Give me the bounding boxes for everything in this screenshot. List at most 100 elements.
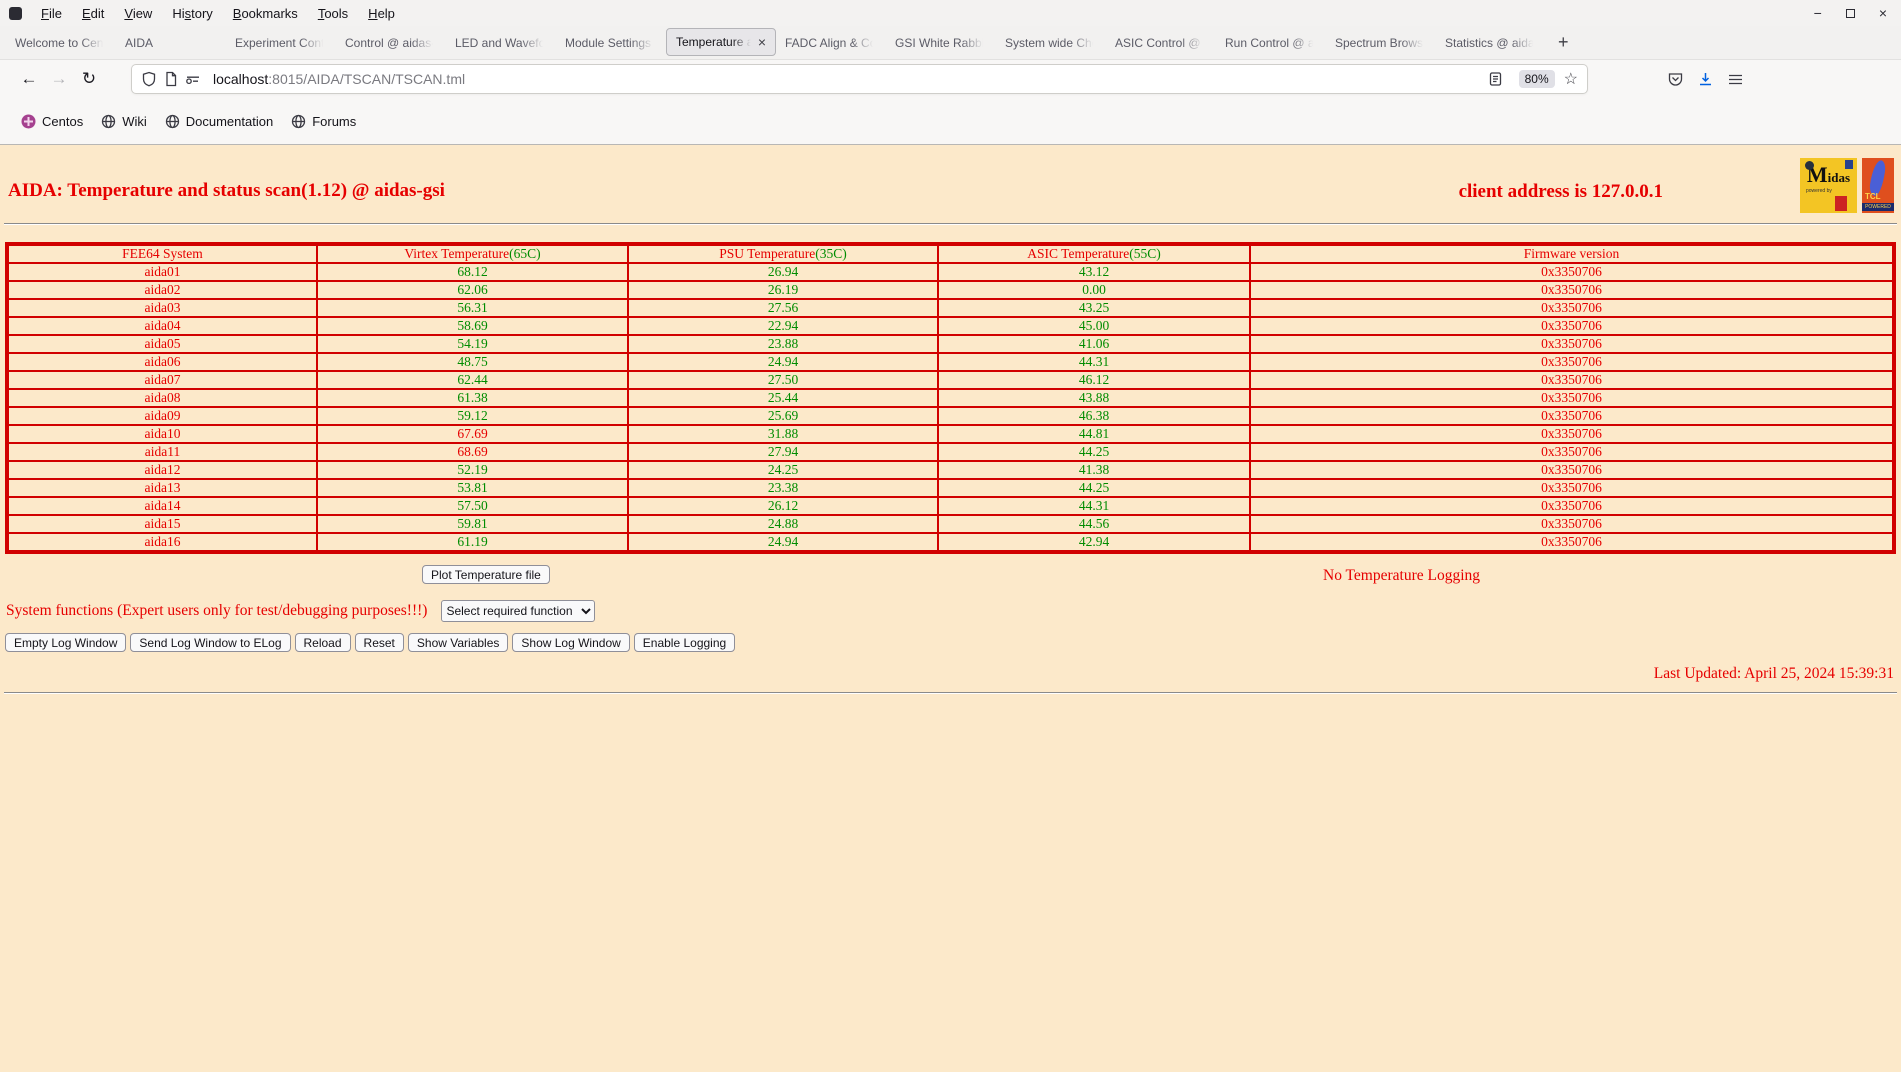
menu-item[interactable]: Help [358,6,405,21]
log-action-button[interactable]: Show Log Window [512,633,630,652]
browser-tab[interactable]: AIDA × [116,26,226,59]
psu-temp-cell: 27.56 [627,298,939,318]
plot-temperature-button[interactable]: Plot Temperature file [422,565,550,584]
psu-temp-cell: 25.69 [627,406,939,426]
browser-tab[interactable]: System wide Che × [996,26,1106,59]
logos: Midas powered by TCL POWERED [1800,158,1894,213]
centos-icon [21,114,36,128]
browser-tab[interactable]: Spectrum Brows × [1326,26,1436,59]
browser-tab[interactable]: Module Settings × [556,26,666,59]
table-row: aida13 53.81 23.38 44.25 0x3350706 [6,478,1895,498]
browser-tab[interactable]: Run Control @ ai × [1216,26,1326,59]
midas-powered-by: powered by [1806,188,1832,194]
fee64-name-cell: aida04 [6,316,318,336]
table-row: aida15 59.81 24.88 44.56 0x3350706 [6,514,1895,534]
close-window-icon[interactable]: × [1879,6,1887,20]
firmware-cell: 0x3350706 [1249,406,1895,426]
url-text[interactable]: localhost:8015/AIDA/TSCAN/TSCAN.tml [213,71,465,87]
log-action-button[interactable]: Send Log Window to ELog [130,633,291,652]
bookmark-item[interactable]: Forums [282,114,365,129]
psu-temp-cell: 25.44 [627,388,939,408]
bookmark-item[interactable]: Wiki [92,114,156,129]
psu-temp-cell: 24.25 [627,460,939,480]
new-tab-button[interactable]: + [1546,26,1581,59]
virtex-temp-cell: 67.69 [316,424,629,444]
hamburger-menu-icon[interactable] [1727,72,1744,87]
menu-item[interactable]: View [114,6,162,21]
menu-bar: File Edit View History Bookmarks Tools Help − … [0,0,1901,26]
table-row: aida14 57.50 26.12 44.31 0x3350706 [6,496,1895,516]
fee64-name-cell: aida07 [6,370,318,390]
menu-item[interactable]: Tools [308,6,358,21]
system-function-select[interactable]: Select required function [441,600,596,622]
browser-tab[interactable]: Temperature a × [666,28,776,56]
firmware-cell: 0x3350706 [1249,478,1895,498]
tab-label: Run Control @ ai [1225,35,1317,50]
firmware-cell: 0x3350706 [1249,424,1895,444]
asic-temp-cell: 41.38 [937,460,1251,480]
log-action-button[interactable]: Show Variables [407,633,509,652]
virtex-temp-cell: 48.75 [316,352,629,372]
page-icon[interactable] [164,71,178,87]
firmware-cell: 0x3350706 [1249,388,1895,408]
browser-tab[interactable]: ASIC Control @ a × [1106,26,1216,59]
table-row: aida10 67.69 31.88 44.81 0x3350706 [6,424,1895,444]
midas-shield-icon [1845,160,1853,169]
tcl-powered-label: POWERED [1862,203,1894,211]
table-row: aida01 68.12 26.94 43.12 0x3350706 [6,262,1895,282]
asic-temp-cell: 44.25 [937,478,1251,498]
back-icon[interactable]: ← [14,69,44,89]
table-row: aida11 68.69 27.94 44.25 0x3350706 [6,442,1895,462]
tab-bar: Welcome to Cent × AIDA × Experiment Cont… [0,26,1901,59]
log-action-button[interactable]: Reset [354,633,404,652]
log-action-button[interactable]: Enable Logging [633,633,736,652]
connection-icon[interactable] [185,71,203,87]
browser-tab[interactable]: GSI White Rabbit × [886,26,996,59]
virtex-temp-cell: 52.19 [316,460,629,480]
download-icon[interactable] [1697,71,1714,88]
browser-tab[interactable]: Welcome to Cent × [6,26,116,59]
menu-item[interactable]: History [162,6,222,21]
minimize-icon[interactable]: − [1814,6,1822,20]
log-action-button[interactable]: Empty Log Window [5,633,127,652]
browser-tab[interactable]: LED and Wavefor × [446,26,556,59]
pocket-icon[interactable] [1667,71,1684,88]
maximize-icon[interactable] [1845,8,1855,18]
fee64-name-cell: aida02 [6,280,318,300]
asic-temp-cell: 44.56 [937,514,1251,534]
virtex-temp-cell: 68.12 [316,262,629,282]
browser-tab[interactable]: Statistics @ aida × [1436,26,1546,59]
tcl-logo[interactable]: TCL POWERED [1862,158,1894,213]
bookmark-star-icon[interactable]: ☆ [1564,69,1578,89]
log-action-button[interactable]: Reload [294,633,351,652]
browser-tab[interactable]: FADC Align & Co × [776,26,886,59]
zoom-level-badge[interactable]: 80% [1518,70,1555,88]
url-bar[interactable]: localhost:8015/AIDA/TSCAN/TSCAN.tml 80% … [132,65,1587,93]
browser-tab[interactable]: Experiment Contr × [226,26,336,59]
tcl-logo-text: TCL [1865,192,1881,201]
tab-label: Welcome to Cent [15,35,107,50]
tab-close-icon[interactable]: × [758,34,766,50]
browser-tab[interactable]: Control @ aidas- × [336,26,446,59]
table-header-row: FEE64 System Virtex Temperature(65C) PSU… [6,243,1895,264]
menu-item[interactable]: Bookmarks [223,6,308,21]
bookmark-item[interactable]: Documentation [156,114,282,129]
asic-temp-cell: 44.81 [937,424,1251,444]
firmware-cell: 0x3350706 [1249,460,1895,480]
psu-temp-cell: 24.94 [627,352,939,372]
column-header: PSU Temperature(35C) [627,243,939,264]
fee64-name-cell: aida10 [6,424,318,444]
shield-icon[interactable] [141,71,157,87]
reader-mode-icon[interactable] [1488,71,1503,87]
virtex-temp-cell: 61.19 [316,532,629,553]
tab-label: LED and Wavefor [455,35,547,50]
asic-temp-cell: 42.94 [937,532,1251,553]
menu-item[interactable]: Edit [72,6,114,21]
bookmark-item[interactable]: Centos [12,114,92,129]
menu-item[interactable]: File [31,6,72,21]
midas-logo[interactable]: Midas powered by [1800,158,1857,213]
table-row: aida16 61.19 24.94 42.94 0x3350706 [6,532,1895,553]
tab-label: AIDA [125,35,154,50]
reload-icon[interactable]: ↻ [74,69,104,89]
fee64-name-cell: aida09 [6,406,318,426]
